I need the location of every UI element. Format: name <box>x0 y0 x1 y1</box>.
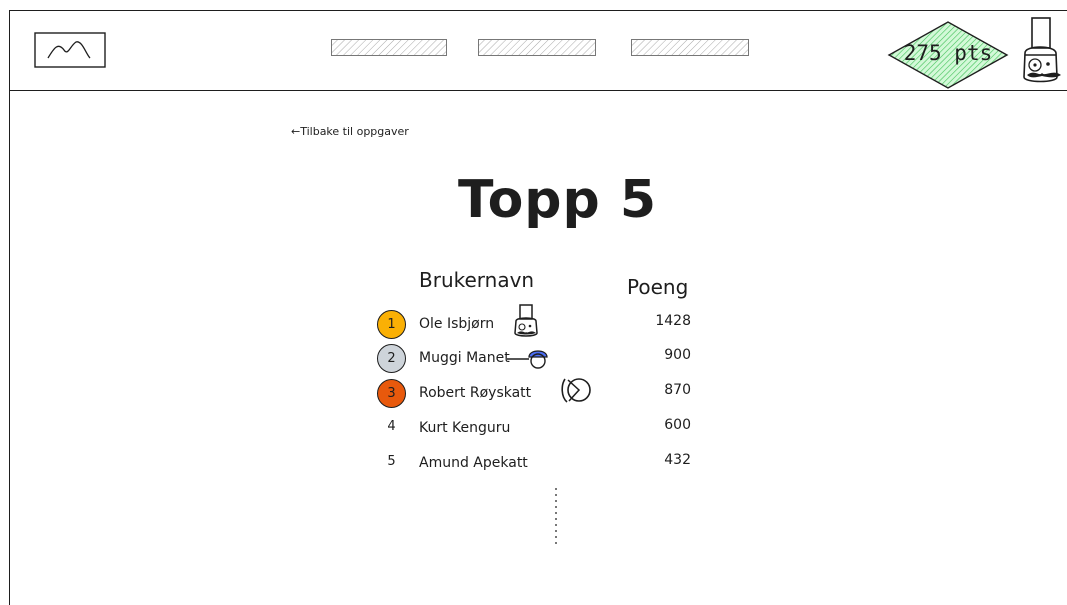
jellyfish-icon <box>507 350 548 369</box>
rank-badge-bronze: 3 <box>377 379 406 408</box>
page-title: Topp 5 <box>458 170 658 230</box>
username: Amund Apekatt <box>419 455 528 471</box>
rank-badge-silver: 2 <box>377 344 406 373</box>
username: Robert Røyskatt <box>419 385 532 401</box>
username: Kurt Kenguru <box>419 420 511 436</box>
points-label: 275 pts <box>903 41 993 65</box>
score: 900 <box>664 347 691 363</box>
rank-number: 4 <box>387 419 396 434</box>
list-continuation-dots <box>555 488 557 544</box>
nav-item-1[interactable] <box>331 39 447 56</box>
chef-avatar-icon[interactable] <box>1015 15 1065 90</box>
column-header-username: Brukernavn <box>419 268 535 292</box>
score: 1428 <box>655 313 691 329</box>
score: 600 <box>664 417 691 433</box>
username: Ole Isbjørn <box>419 316 495 332</box>
rank-number: 5 <box>387 454 396 469</box>
nav-item-3[interactable] <box>631 39 749 56</box>
chef-icon <box>514 304 538 337</box>
leaderboard-row: 2 Muggi Manet 900 <box>377 344 707 374</box>
score: 432 <box>664 452 691 468</box>
rank-badge-gold: 1 <box>377 310 406 339</box>
back-to-tasks-link[interactable]: ←Tilbake til oppgaver <box>291 125 409 138</box>
leaderboard-row: 5 Amund Apekatt 432 <box>377 449 707 479</box>
leaderboard-row: 3 Robert Røyskatt 870 <box>377 378 707 409</box>
score: 870 <box>664 382 691 398</box>
nav-item-2[interactable] <box>478 39 596 56</box>
username: Muggi Manet <box>419 350 510 366</box>
weasel-icon <box>561 378 591 403</box>
column-header-score: Poeng <box>627 275 689 299</box>
leaderboard-row: 4 Kurt Kenguru 600 <box>377 414 707 444</box>
leaderboard-row: 1 Ole Isbjørn 1428 <box>377 304 707 340</box>
image-placeholder-icon[interactable] <box>34 32 106 68</box>
